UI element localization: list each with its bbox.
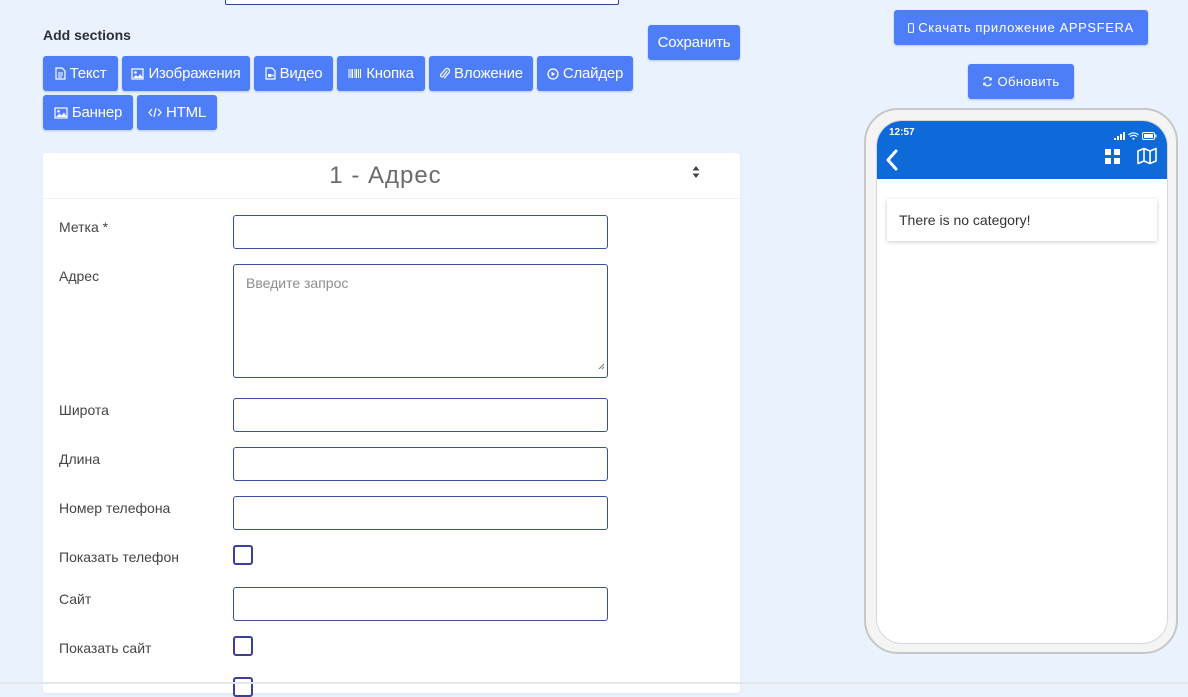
add-video-section-button[interactable]: Видео	[254, 56, 333, 91]
phone-field-label: Номер телефона	[59, 500, 171, 516]
section-header[interactable]: 1 - Адрес	[43, 153, 740, 199]
wifi-icon	[1128, 127, 1139, 145]
add-slider-section-button[interactable]: Слайдер	[537, 56, 633, 91]
image-icon	[131, 67, 145, 80]
phone-preview: 12:57 There is no category!	[864, 108, 1178, 654]
refresh-icon	[982, 76, 993, 87]
top-input[interactable]	[225, 0, 619, 5]
section-title: 1 - Адрес	[329, 161, 442, 189]
show-site-checkbox[interactable]	[233, 636, 253, 656]
add-html-section-button[interactable]: HTML	[137, 95, 217, 130]
file-text-icon	[55, 67, 66, 80]
add-sections-heading: Add sections	[43, 27, 131, 43]
latitude-input[interactable]	[233, 398, 608, 432]
add-text-section-button[interactable]: Текст	[43, 56, 118, 91]
video-file-icon	[264, 67, 276, 80]
battery-icon	[1142, 127, 1157, 145]
show-phone-label: Показать телефон	[59, 549, 179, 565]
latitude-field-label: Широта	[59, 402, 109, 418]
mobile-icon	[908, 22, 915, 33]
add-images-section-button[interactable]: Изображения	[122, 56, 250, 91]
empty-category-message: There is no category!	[887, 199, 1157, 241]
label-field-label: Метка *	[59, 219, 109, 235]
add-attachment-section-button[interactable]: Вложение	[429, 56, 533, 91]
phone-header: 12:57	[877, 121, 1167, 179]
site-field-label: Сайт	[59, 591, 92, 607]
signal-icon	[1114, 127, 1125, 145]
barcode-icon	[348, 68, 362, 79]
address-field-label: Адрес	[59, 268, 100, 284]
play-circle-icon	[547, 67, 559, 80]
map-icon[interactable]	[1137, 147, 1157, 170]
show-phone-checkbox[interactable]	[233, 545, 253, 565]
grid-view-icon[interactable]	[1104, 148, 1121, 170]
address-section-card: 1 - Адрес Метка * Адрес Введите запрос Ш…	[43, 153, 740, 697]
address-placeholder: Введите запрос	[246, 275, 349, 291]
code-icon	[148, 107, 162, 118]
sort-icon[interactable]	[692, 165, 700, 184]
add-button-section-button[interactable]: Кнопка	[337, 56, 425, 91]
refresh-button[interactable]: Обновить	[968, 64, 1074, 99]
phone-status-icons	[1114, 127, 1157, 145]
phone-clock: 12:57	[889, 127, 915, 138]
phone-input[interactable]	[233, 496, 608, 530]
longitude-input[interactable]	[233, 447, 608, 481]
address-textarea[interactable]: Введите запрос	[233, 264, 608, 378]
phone-screen: 12:57 There is no category!	[876, 120, 1168, 644]
download-app-button[interactable]: Скачать приложение APPSFERA	[894, 10, 1148, 45]
paperclip-icon	[439, 67, 451, 80]
save-button[interactable]: Сохранить	[648, 25, 740, 60]
longitude-field-label: Длина	[59, 451, 100, 467]
show-site-label: Показать сайт	[59, 640, 152, 656]
resize-grip-icon[interactable]	[598, 357, 605, 375]
label-input[interactable]	[233, 215, 608, 249]
next-checkbox[interactable]	[233, 677, 253, 697]
back-arrow-icon[interactable]	[885, 149, 899, 176]
site-input[interactable]	[233, 587, 608, 621]
add-banner-section-button[interactable]: Баннер	[43, 95, 133, 130]
picture-icon	[54, 106, 68, 119]
